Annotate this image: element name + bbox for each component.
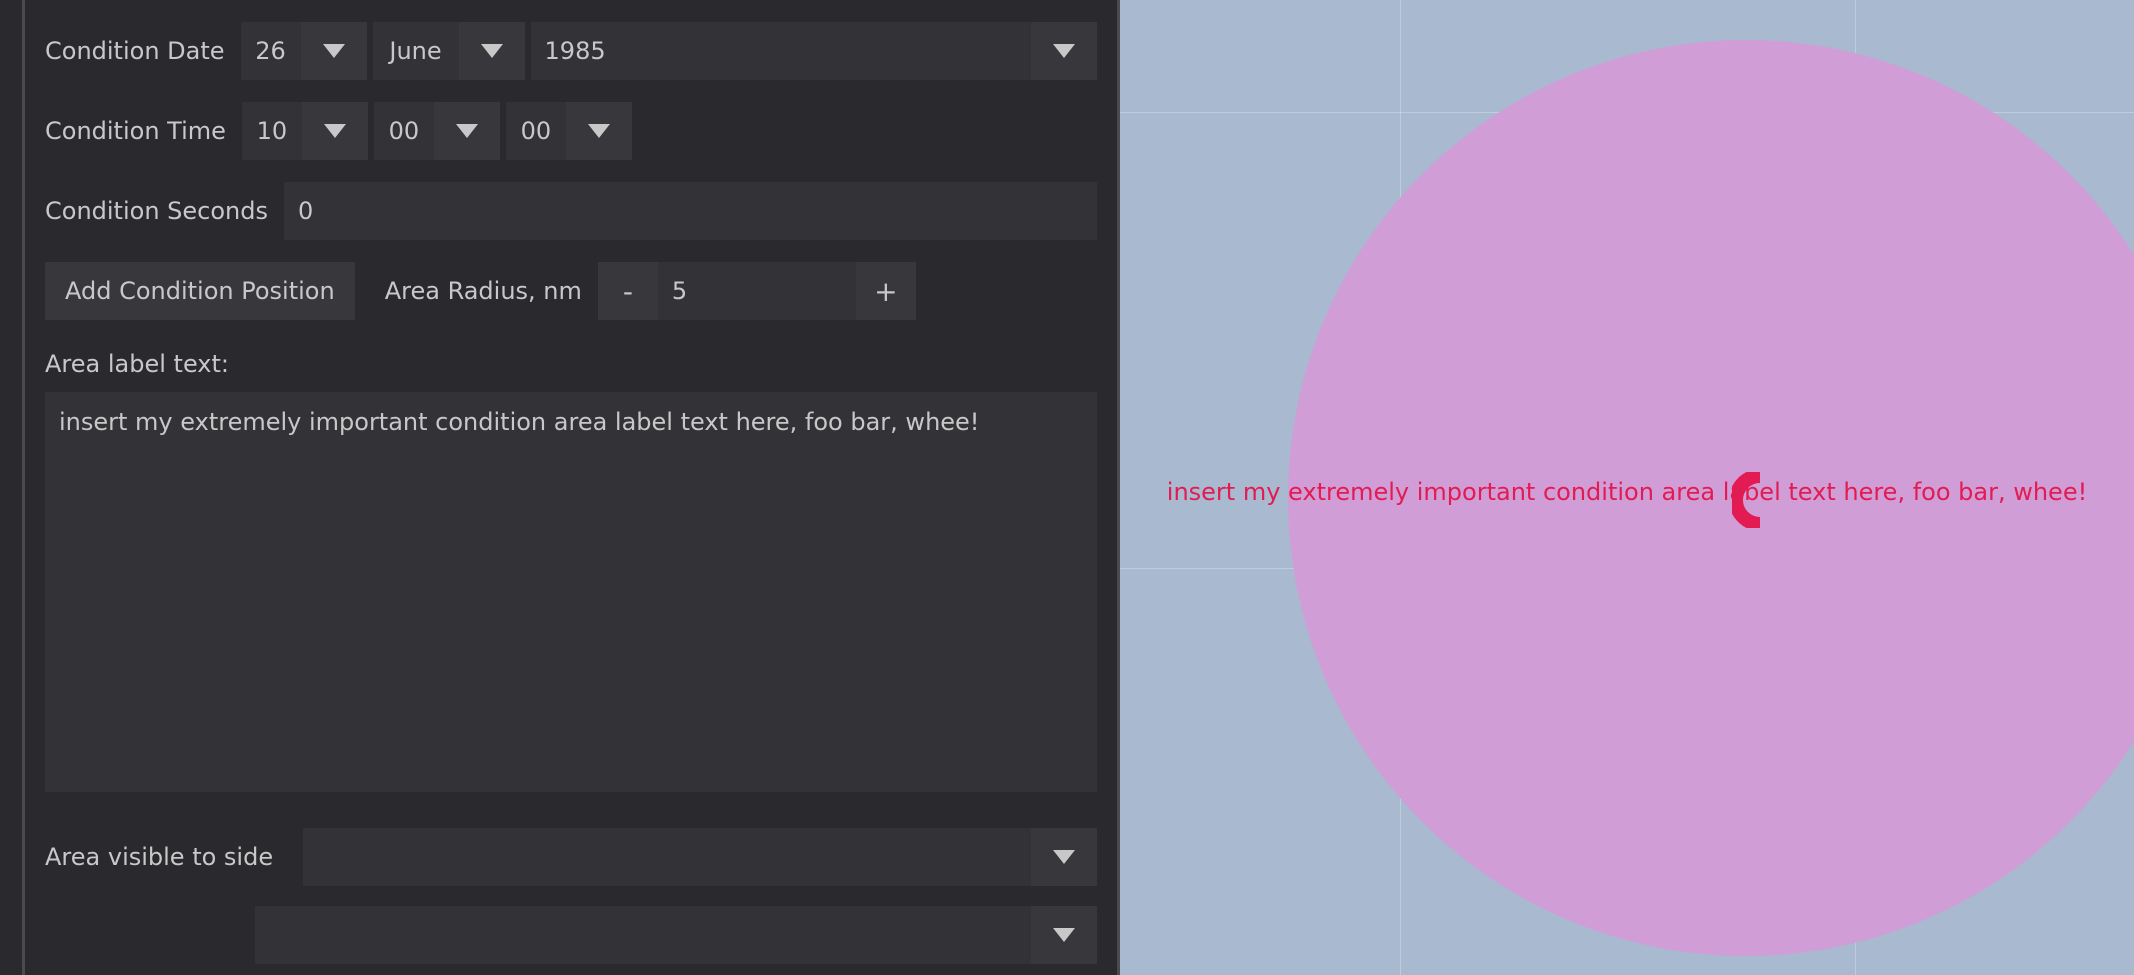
- label-area-label-text: Area label text:: [45, 350, 1097, 378]
- area-visible-side-dropdown[interactable]: [1031, 828, 1097, 886]
- date-month-value[interactable]: June: [373, 22, 459, 80]
- chevron-down-icon: [324, 124, 346, 138]
- date-day-value[interactable]: 26: [241, 22, 301, 80]
- row-area-visible-side: Area visible to side: [45, 828, 1097, 886]
- radius-decrement-button[interactable]: -: [598, 262, 658, 320]
- area-visible-side-field[interactable]: [303, 828, 1031, 886]
- condition-seconds-field[interactable]: 0: [284, 182, 1097, 240]
- row-condition-seconds: Condition Seconds 0: [45, 182, 1097, 240]
- area-label-on-map: insert my extremely important condition …: [1167, 478, 2087, 506]
- time-hour-value[interactable]: 10: [242, 102, 302, 160]
- label-condition-seconds: Condition Seconds: [45, 197, 268, 225]
- date-year-dropdown[interactable]: [1031, 22, 1097, 80]
- row-condition-time: Condition Time 10 00 00: [45, 102, 1097, 160]
- chevron-down-icon: [323, 44, 345, 58]
- condition-panel: Condition Date 26 June 1985 Condition Ti…: [0, 0, 1120, 975]
- chevron-down-icon: [481, 44, 503, 58]
- label-condition-date: Condition Date: [45, 37, 225, 65]
- map-viewport[interactable]: insert my extremely important condition …: [1120, 0, 2134, 975]
- time-second-value[interactable]: 00: [506, 102, 566, 160]
- time-minute-dropdown[interactable]: [434, 102, 500, 160]
- partial-bottom-field[interactable]: [255, 906, 1031, 964]
- date-month-dropdown[interactable]: [459, 22, 525, 80]
- label-condition-time: Condition Time: [45, 117, 226, 145]
- row-partial-bottom: [45, 906, 1097, 964]
- chevron-down-icon: [588, 124, 610, 138]
- radius-value-field[interactable]: 5: [658, 262, 856, 320]
- partial-bottom-dropdown[interactable]: [1031, 906, 1097, 964]
- label-area-radius: Area Radius, nm: [385, 277, 582, 305]
- row-condition-date: Condition Date 26 June 1985: [45, 22, 1097, 80]
- area-label-textarea[interactable]: [45, 392, 1097, 792]
- date-day-dropdown[interactable]: [301, 22, 367, 80]
- chevron-down-icon: [1053, 850, 1075, 864]
- time-hour-dropdown[interactable]: [302, 102, 368, 160]
- time-second-dropdown[interactable]: [566, 102, 632, 160]
- date-year-value[interactable]: 1985: [531, 22, 1031, 80]
- row-position-radius: Add Condition Position Area Radius, nm -…: [45, 262, 1097, 320]
- radius-increment-button[interactable]: +: [856, 262, 916, 320]
- chevron-down-icon: [1053, 928, 1075, 942]
- time-minute-value[interactable]: 00: [374, 102, 434, 160]
- chevron-down-icon: [456, 124, 478, 138]
- chevron-down-icon: [1053, 44, 1075, 58]
- label-area-visible-side: Area visible to side: [45, 843, 273, 871]
- add-condition-position-button[interactable]: Add Condition Position: [45, 262, 355, 320]
